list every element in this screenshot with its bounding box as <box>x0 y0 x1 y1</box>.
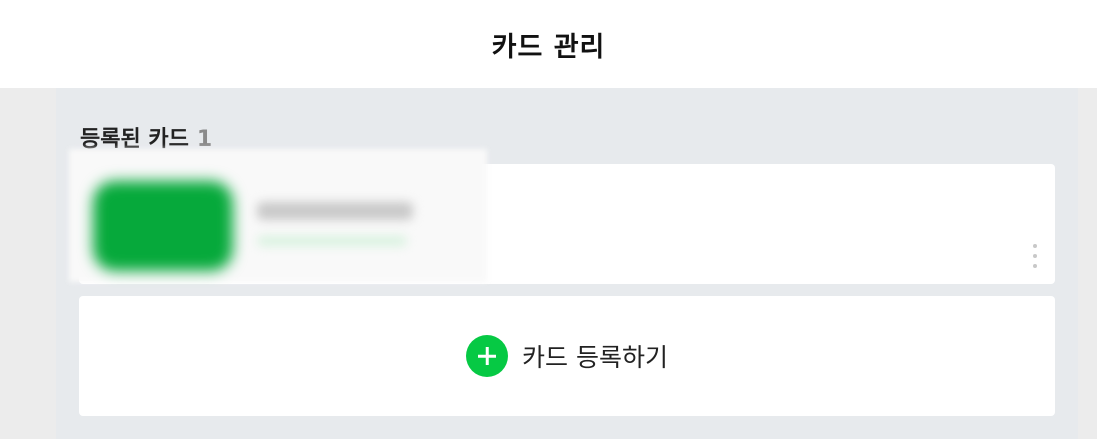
page-header: 카드 관리 <box>0 0 1097 88</box>
add-card-label: 카드 등록하기 <box>522 343 668 372</box>
card-detail-redacted <box>257 236 407 246</box>
more-dot <box>1033 254 1037 258</box>
more-vertical-icon[interactable] <box>1029 244 1041 268</box>
registered-card-item[interactable] <box>69 149 1055 284</box>
card-thumbnail <box>93 181 233 271</box>
card-management-content: 등록된 카드 1 카드 등록하기 <box>56 88 1078 439</box>
page-title: 카드 관리 <box>491 31 606 63</box>
plus-circle-icon <box>466 335 509 377</box>
add-card-button[interactable]: 카드 등록하기 <box>79 296 1055 416</box>
card-name-redacted <box>257 202 413 220</box>
more-dot <box>1033 244 1037 248</box>
more-dot <box>1033 264 1037 268</box>
